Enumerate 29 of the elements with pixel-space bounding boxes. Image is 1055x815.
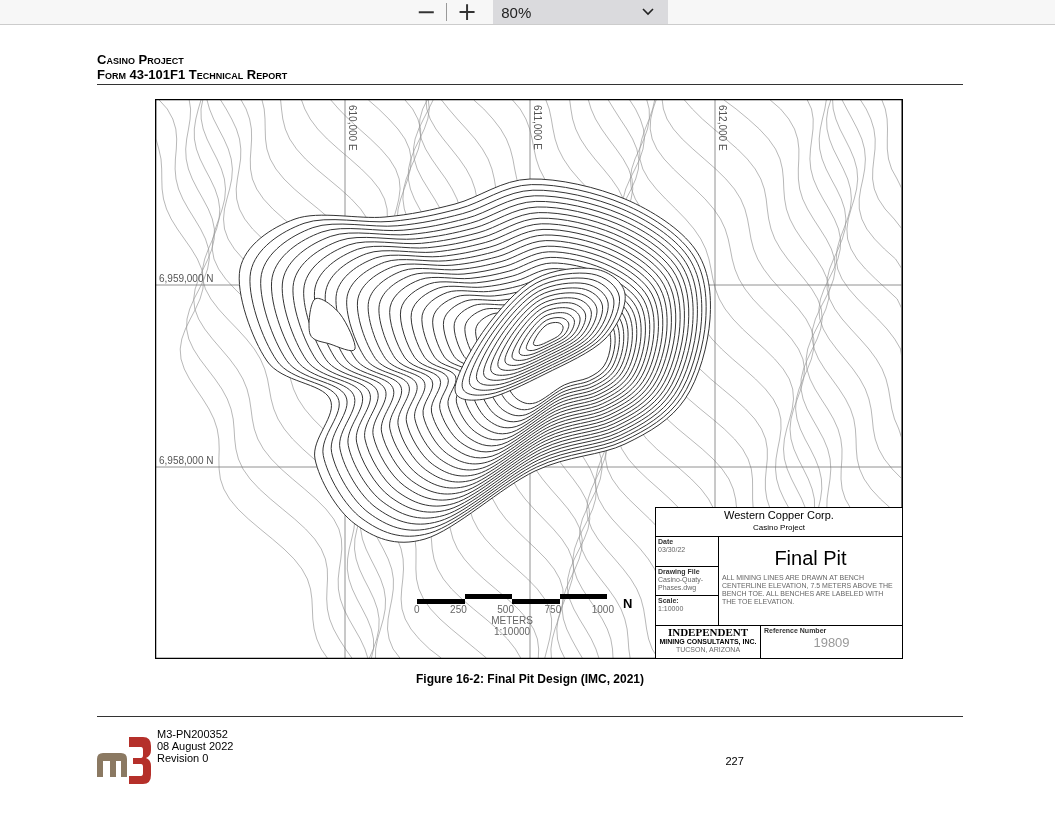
scale-tick-label: 0 <box>414 604 420 615</box>
chevron-down-icon <box>642 8 655 16</box>
scale-tick-label: 250 <box>450 604 467 615</box>
north-label: N <box>623 596 633 611</box>
firm-name: INDEPENDENT <box>666 626 750 638</box>
zoom-in-button[interactable]: + <box>451 1 484 23</box>
project-name: Casino Project <box>752 522 806 533</box>
easting-label: 612,000 E <box>717 105 728 151</box>
header-title: Casino Project <box>97 52 185 67</box>
reference-number: 19809 <box>812 635 851 650</box>
page-number: 227 <box>725 755 744 767</box>
drawing-title: Final Pit <box>774 547 847 570</box>
figure-caption: Figure 16-2: Final Pit Design (IMC, 2021) <box>414 672 645 686</box>
easting-label: 611,000 E <box>532 105 543 150</box>
northing-label: 6,958,000 N <box>159 455 214 466</box>
scale-tick-label: 500 <box>497 604 514 615</box>
header-subtitle: Form 43-101F1 Technical Report <box>97 67 289 82</box>
northing-label: 6,959,000 N <box>159 273 214 284</box>
zoom-out-button[interactable]: − <box>410 1 443 23</box>
scale-units-label: METERS <box>490 615 534 626</box>
zoom-dropdown[interactable]: 80% <box>493 0 669 24</box>
footer-text: Revision 0 <box>157 752 210 764</box>
footer-text: M3-PN200352 <box>157 728 229 740</box>
easting-label: 610,000 E <box>347 105 358 151</box>
footer-text: 08 August 2022 <box>157 740 234 752</box>
company-name: Western Copper Corp. <box>723 508 835 522</box>
scale-tick-label: 1000 <box>591 604 614 615</box>
scale-tick-label: 750 <box>544 604 562 615</box>
scale-ratio-label: 1:10000 <box>492 626 532 637</box>
